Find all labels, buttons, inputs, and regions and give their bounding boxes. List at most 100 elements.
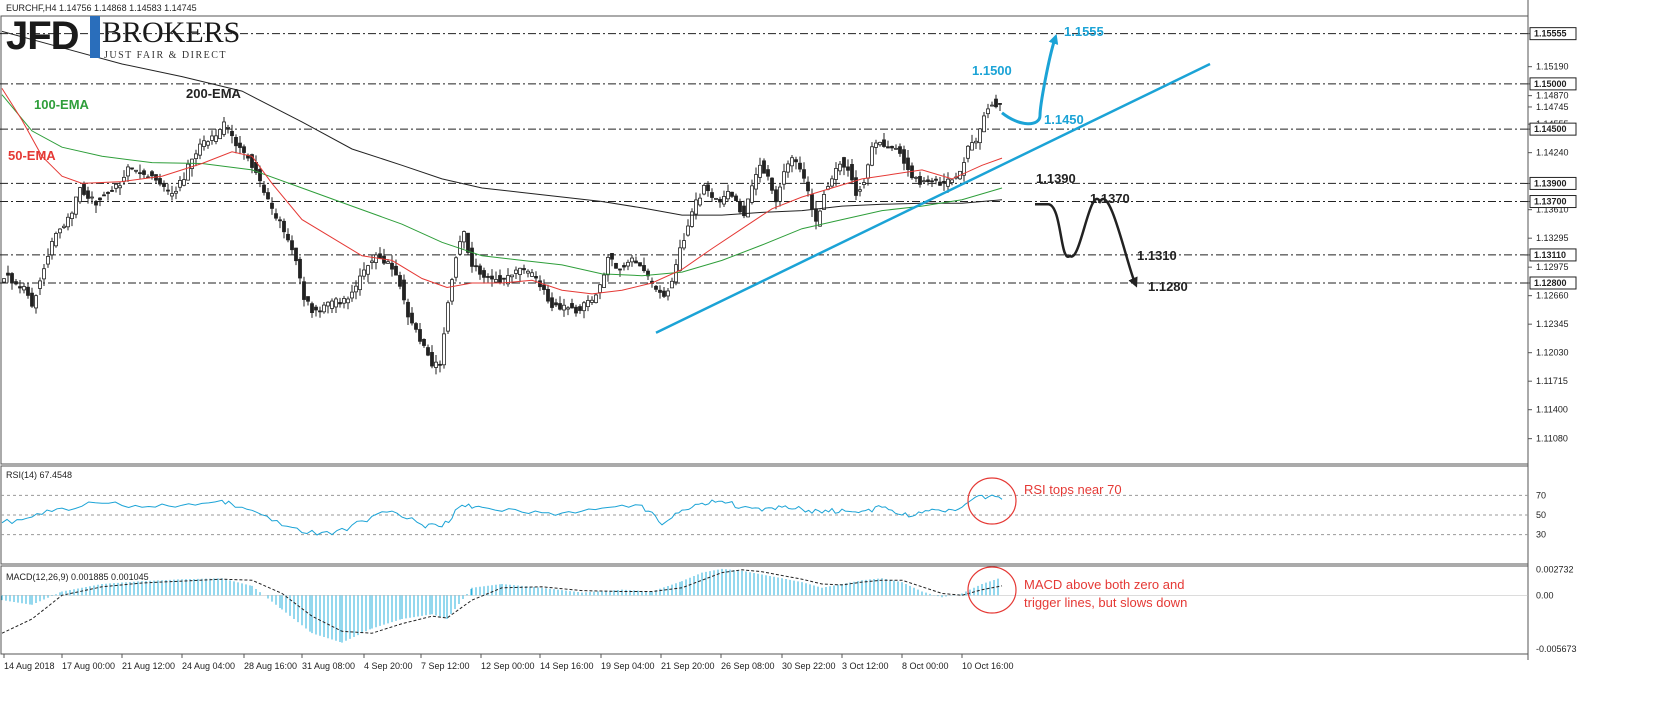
candle-bull bbox=[334, 298, 338, 308]
candle-bear bbox=[242, 146, 246, 153]
candle-bear bbox=[10, 273, 14, 284]
level-price-label: 1.15555 bbox=[1534, 29, 1567, 39]
candle-bull bbox=[862, 182, 866, 185]
candle-bear bbox=[522, 268, 526, 271]
candle-bear bbox=[642, 265, 646, 272]
candle-bull bbox=[202, 140, 206, 147]
annotation-label: 200-EMA bbox=[186, 86, 242, 101]
candle-bear bbox=[890, 145, 894, 149]
x-tick-label: 12 Sep 00:00 bbox=[481, 661, 535, 671]
candle-bull bbox=[674, 264, 678, 283]
candle-bear bbox=[942, 180, 946, 184]
x-tick-label: 14 Aug 2018 bbox=[4, 661, 55, 671]
candle-bear bbox=[882, 139, 886, 147]
candle-bull bbox=[626, 261, 630, 267]
candle-bear bbox=[554, 302, 558, 306]
candle-bull bbox=[946, 178, 950, 187]
candle-bear bbox=[738, 201, 742, 213]
candle-bear bbox=[578, 306, 582, 311]
candle-bear bbox=[14, 281, 18, 285]
candle-bear bbox=[142, 170, 146, 175]
candle-bear bbox=[234, 137, 238, 147]
macd-tick-label: 0.002732 bbox=[1536, 564, 1574, 574]
candle-bear bbox=[546, 288, 550, 302]
candle-bear bbox=[846, 166, 850, 171]
candle-bear bbox=[422, 338, 426, 346]
candle-bear bbox=[610, 253, 614, 260]
candle-bull bbox=[118, 185, 122, 189]
candle-bear bbox=[338, 302, 342, 305]
candle-bear bbox=[618, 268, 622, 271]
candle-bear bbox=[770, 177, 774, 191]
candle-bear bbox=[394, 265, 398, 276]
candle-bear bbox=[498, 275, 502, 283]
candle-bull bbox=[194, 153, 198, 160]
candle-bull bbox=[50, 241, 54, 256]
candle-bull bbox=[866, 164, 870, 179]
candle-bear bbox=[898, 146, 902, 154]
x-tick-label: 19 Sep 04:00 bbox=[601, 661, 655, 671]
y-tick-label: 1.14240 bbox=[1536, 148, 1569, 158]
level-price-label: 1.13700 bbox=[1534, 197, 1567, 207]
candle-bear bbox=[438, 363, 442, 366]
candle-bear bbox=[502, 277, 506, 280]
candle-bull bbox=[450, 279, 454, 302]
candle-bull bbox=[838, 163, 842, 172]
candle-bear bbox=[106, 191, 110, 194]
candle-bear bbox=[150, 171, 154, 177]
candle-bear bbox=[850, 164, 854, 181]
candle-bear bbox=[794, 159, 798, 163]
macd-tick-label: 0.00 bbox=[1536, 590, 1554, 600]
candle-bull bbox=[726, 190, 730, 200]
candle-bull bbox=[462, 231, 466, 243]
y-tick-label: 1.11715 bbox=[1536, 376, 1568, 386]
annotation-label: 1.1555 bbox=[1064, 24, 1104, 39]
candle-bear bbox=[662, 290, 666, 297]
candle-bear bbox=[162, 183, 166, 187]
annotation-label: 1.1370 bbox=[1090, 191, 1130, 206]
x-tick-label: 31 Aug 08:00 bbox=[302, 661, 355, 671]
candle-bear bbox=[542, 284, 546, 290]
level-price-label: 1.15000 bbox=[1534, 79, 1567, 89]
rsi-annotation: RSI tops near 70 bbox=[1024, 482, 1122, 497]
candle-bull bbox=[222, 121, 226, 135]
candle-bear bbox=[534, 276, 538, 279]
candle-bull bbox=[874, 142, 878, 148]
candle-bear bbox=[926, 179, 930, 183]
candle-bull bbox=[990, 104, 994, 107]
candle-bull bbox=[878, 141, 882, 146]
y-tick-label: 1.11400 bbox=[1536, 405, 1568, 415]
candle-bear bbox=[938, 181, 942, 186]
macd-highlight-circle bbox=[967, 566, 1017, 614]
candle-bull bbox=[54, 233, 58, 247]
candle-bull bbox=[746, 198, 750, 218]
ema-50-line bbox=[1, 88, 1003, 295]
candle-bull bbox=[790, 157, 794, 167]
candle-bear bbox=[482, 270, 486, 278]
candle-bull bbox=[778, 186, 782, 202]
annotation-label: 1.1500 bbox=[972, 63, 1012, 78]
candle-bull bbox=[514, 269, 518, 274]
candle-bull bbox=[326, 301, 330, 307]
y-tick-label: 1.12660 bbox=[1536, 291, 1569, 301]
candle-bear bbox=[258, 169, 262, 182]
candle-bear bbox=[574, 306, 578, 314]
x-tick-label: 4 Sep 20:00 bbox=[364, 661, 413, 671]
y-tick-label: 1.14745 bbox=[1536, 102, 1569, 112]
candle-bear bbox=[318, 310, 322, 313]
symbol-header: EURCHF,H4 1.14756 1.14868 1.14583 1.1474… bbox=[6, 3, 197, 13]
candle-bear bbox=[842, 157, 846, 168]
macd-annotation-line: MACD above both zero and bbox=[1024, 577, 1184, 592]
candle-bear bbox=[906, 157, 910, 170]
candle-bear bbox=[166, 189, 170, 192]
x-tick-label: 24 Aug 04:00 bbox=[182, 661, 235, 671]
x-tick-label: 17 Aug 00:00 bbox=[62, 661, 115, 671]
candle-bear bbox=[278, 219, 282, 222]
candle-bull bbox=[914, 176, 918, 179]
candle-bull bbox=[358, 275, 362, 291]
y-tick-label: 1.14870 bbox=[1536, 91, 1569, 101]
candle-bull bbox=[606, 256, 610, 276]
logo-name: BROKERS bbox=[102, 16, 241, 49]
candle-bear bbox=[26, 286, 30, 296]
candle-bull bbox=[78, 187, 82, 203]
